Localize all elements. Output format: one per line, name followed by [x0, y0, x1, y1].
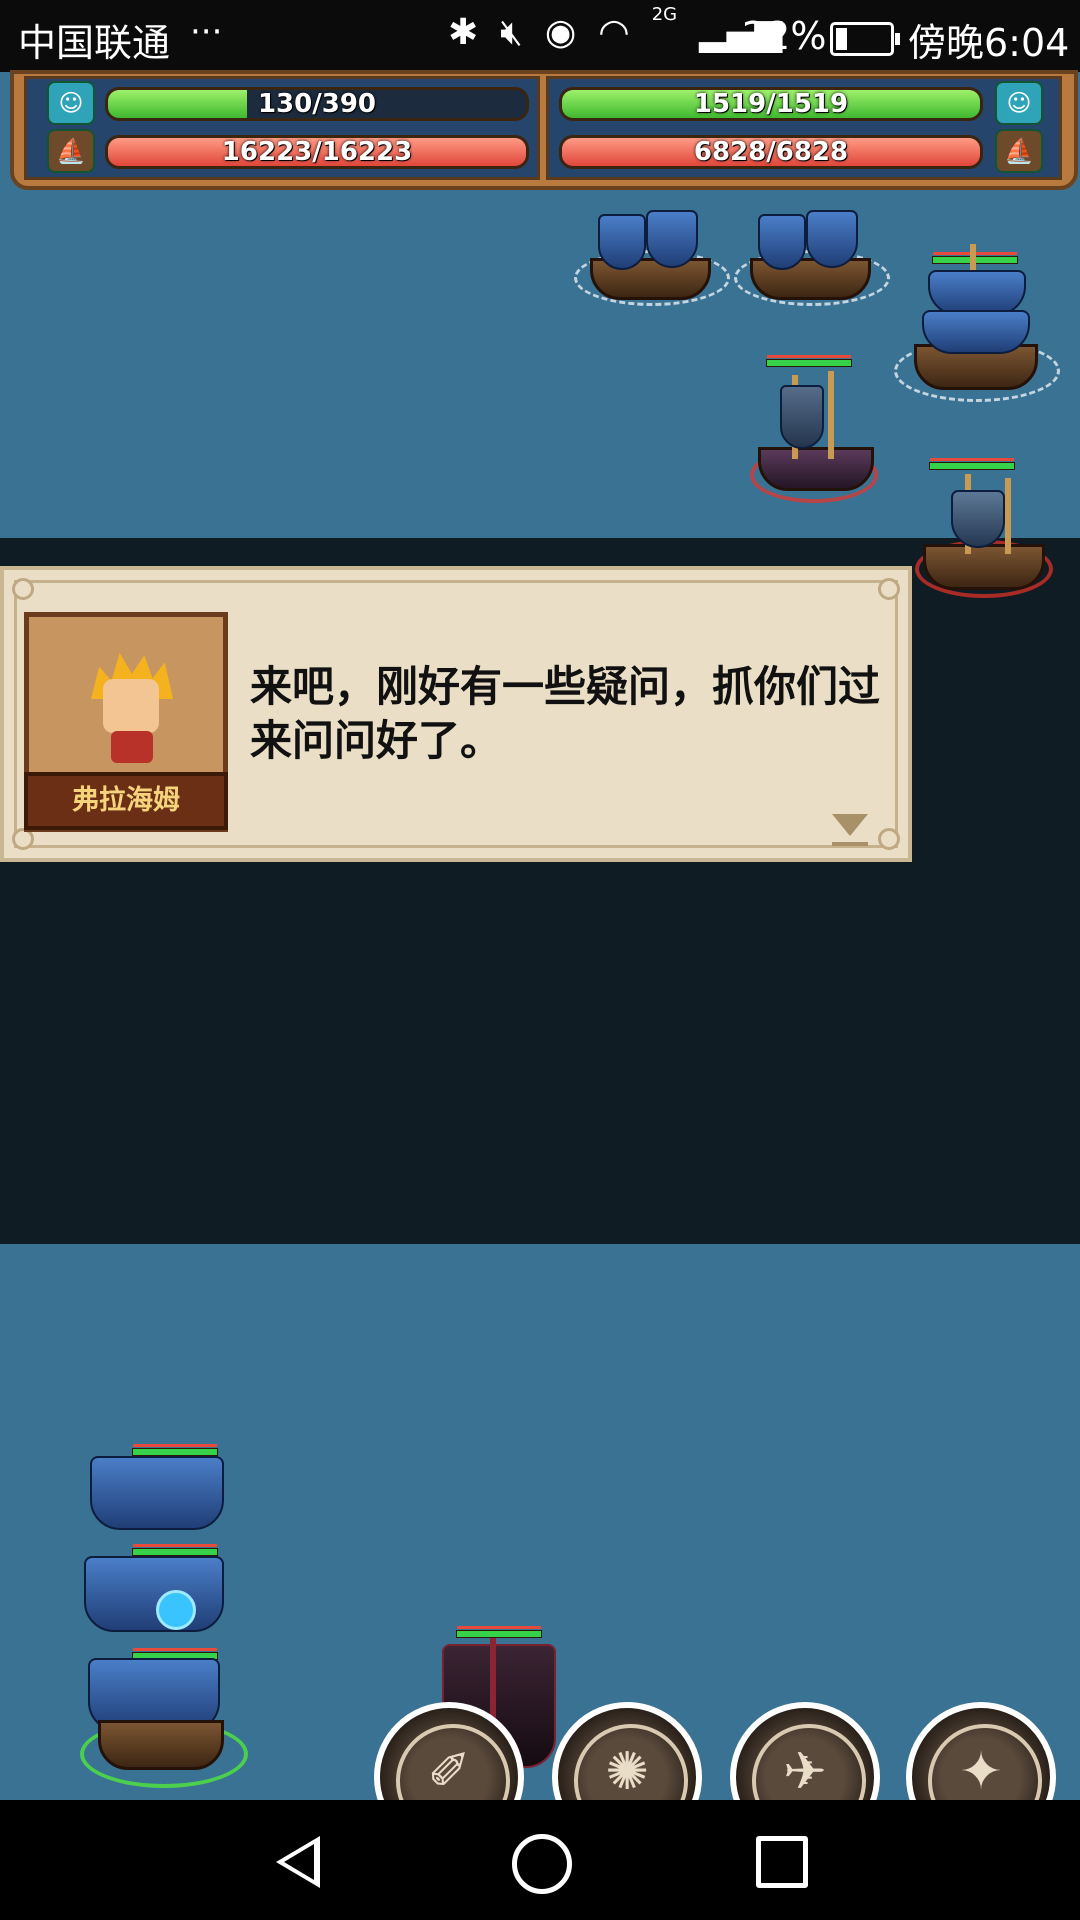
recent-apps-icon[interactable]: [756, 1836, 808, 1888]
player-crew-text: 130/390: [257, 89, 377, 119]
enemy-ship[interactable]: [750, 355, 880, 505]
enemy-hull-bar: 6828/6828: [559, 135, 983, 169]
player-hull-bar: 16223/16223: [105, 135, 529, 169]
crew-icon: ☺: [47, 81, 95, 125]
bluetooth-icon: ✱: [448, 12, 479, 53]
eye-icon: ◉: [544, 12, 577, 53]
enemy-ship[interactable]: [734, 210, 890, 306]
wifi-icon: ◠: [598, 12, 630, 53]
status-icons: ✱ 🔇︎ ◉ ◠ 2G ▂▄▆: [448, 4, 782, 54]
corner-ornament: [878, 578, 900, 600]
enemy-crew-text: 1519/1519: [693, 89, 849, 119]
speaker-name: 弗拉海姆: [24, 772, 228, 830]
battery-percent: 22%: [742, 14, 827, 58]
player-marker-icon: [156, 1590, 196, 1630]
back-icon-inner: [284, 1844, 314, 1880]
enemy-ship[interactable]: [574, 210, 730, 306]
player-status-panel: ☺ ⛵ 130/390 16223/16223: [24, 76, 540, 180]
battery-icon: [830, 22, 900, 56]
more-notifications-icon: ···: [190, 12, 223, 52]
enemy-crew-bar: 1519/1519: [559, 87, 983, 121]
home-icon[interactable]: [512, 1834, 572, 1894]
enemy-crew-icon: ☺: [995, 81, 1043, 125]
player-crew-bar: 130/390: [105, 87, 529, 121]
player-hull-text: 16223/16223: [221, 137, 413, 167]
down-triangle-icon[interactable]: [832, 814, 868, 836]
mute-icon: 🔇︎: [500, 12, 523, 53]
kraken-icon: ✺: [605, 1742, 649, 1802]
continue-underline: [832, 842, 868, 846]
enemy-ship[interactable]: [915, 458, 1055, 600]
status-bar: 中国联通 ··· ✱ 🔇︎ ◉ ◠ 2G ▂▄▆ 22% 傍晚6:04: [0, 0, 1080, 72]
enemy-hull-text: 6828/6828: [693, 137, 849, 167]
battle-hud: ☺ ⛵ 130/390 16223/16223 1519/1519 6828/6…: [0, 70, 1080, 220]
corner-ornament: [878, 828, 900, 850]
enemy-ship[interactable]: [894, 240, 1060, 402]
dialog-text: 来吧，刚好有一些疑问，抓你们过来问问好了。: [250, 662, 881, 765]
enemy-ship-icon: ⛵: [995, 129, 1043, 173]
carrier-label: 中国联通: [18, 21, 171, 65]
star-burst-icon: ✦: [959, 1742, 1003, 1802]
dialog-box[interactable]: 弗拉海姆 来吧，刚好有一些疑问，抓你们过来问问好了。: [0, 566, 912, 862]
player-ship[interactable]: [70, 1420, 248, 1788]
dash-icon: ✐: [427, 1742, 471, 1802]
ship-icon: ⛵: [47, 129, 95, 173]
signal-2g-icon: 2G: [651, 4, 678, 25]
corner-ornament: [12, 578, 34, 600]
enemy-status-panel: 1519/1519 6828/6828 ☺ ⛵: [546, 76, 1062, 180]
portrait-body: [111, 731, 153, 763]
bird-icon: ✈: [783, 1742, 827, 1802]
clock: 傍晚6:04: [908, 21, 1070, 65]
portrait-face: [103, 679, 159, 733]
